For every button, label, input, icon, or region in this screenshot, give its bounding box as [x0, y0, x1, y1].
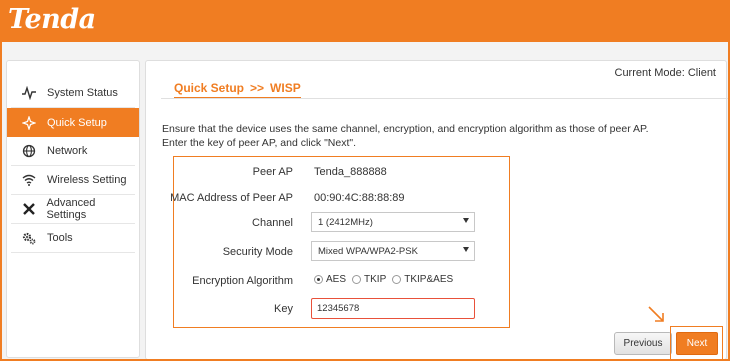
wand-icon [21, 115, 37, 131]
encryption-row: Encryption Algorithm AES TKIP TKIP&AES [174, 271, 509, 293]
channel-row: Channel 1 (2412MHz) [174, 212, 509, 234]
tenda-logo: Tenda [8, 4, 96, 35]
sidebar-item-wireless-setting[interactable]: Wireless Setting [11, 166, 135, 195]
radio-tkip-aes[interactable]: TKIP&AES [392, 274, 453, 285]
pulse-icon [21, 85, 37, 101]
header-bar: Tenda [2, 2, 728, 42]
mac-row: MAC Address of Peer AP 00:90:4C:88:88:89 [170, 188, 509, 210]
instruction-line-2: Enter the key of peer AP, and click "Nex… [162, 137, 357, 149]
instructions: Ensure that the device uses the same cha… [162, 122, 649, 150]
gears-icon [21, 230, 37, 246]
dropdown-arrow-icon [463, 218, 469, 223]
next-button[interactable]: Next [676, 332, 718, 355]
instruction-line-1: Ensure that the device uses the same cha… [162, 123, 649, 135]
sidebar-item-quick-setup[interactable]: Quick Setup [7, 108, 139, 137]
breadcrumb-parent: Quick Setup [174, 81, 245, 95]
sidebar-item-label: Wireless Setting [47, 174, 127, 186]
dropdown-arrow-icon [463, 247, 469, 252]
sidebar-item-label: Advanced Settings [46, 197, 96, 221]
radio-button-icon [352, 275, 362, 284]
mac-value: 00:90:4C:88:88:89 [314, 192, 405, 204]
channel-select[interactable]: 1 (2412MHz) [311, 212, 475, 232]
divider [161, 98, 728, 99]
radio-aes-label: AES [326, 274, 347, 285]
app-window: Tenda System Status Quick Setup Network … [0, 0, 730, 361]
security-row: Security Mode Mixed WPA/WPA2-PSK [174, 241, 509, 263]
current-mode: Current Mode: Client [614, 67, 717, 79]
main-panel: Current Mode: Client Quick Setup >> WISP… [145, 60, 728, 359]
channel-value: 1 (2412MHz) [318, 217, 373, 228]
sidebar-item-label: Network [47, 145, 88, 157]
breadcrumb: Quick Setup >> WISP [174, 81, 301, 98]
arrow-pointer-icon [648, 306, 664, 322]
peer-ap-row: Peer AP Tenda_888888 [174, 162, 509, 184]
previous-button[interactable]: Previous [614, 332, 672, 355]
security-mode-value: Mixed WPA/WPA2-PSK [318, 246, 418, 257]
sidebar-item-system-status[interactable]: System Status [11, 79, 135, 108]
radio-tkip-aes-label: TKIP&AES [404, 274, 454, 285]
wifi-icon [21, 172, 37, 188]
sidebar-item-tools[interactable]: Tools [11, 224, 135, 253]
peer-ap-value: Tenda_888888 [314, 166, 387, 178]
radio-tkip[interactable]: TKIP [352, 274, 386, 285]
breadcrumb-current: WISP [270, 81, 301, 95]
sidebar-item-label: Quick Setup [47, 116, 107, 129]
radio-tkip-label: TKIP [364, 274, 387, 285]
mac-label: MAC Address of Peer AP [170, 192, 293, 204]
radio-button-icon [392, 275, 402, 284]
key-row: Key [174, 298, 509, 320]
sidebar-item-label: Tools [47, 232, 73, 244]
peer-ap-label: Peer AP [252, 166, 293, 178]
encryption-label: Encryption Algorithm [192, 275, 293, 287]
globe-icon [21, 143, 37, 159]
radio-aes[interactable]: AES [314, 274, 346, 285]
security-mode-select[interactable]: Mixed WPA/WPA2-PSK [311, 241, 475, 261]
security-label: Security Mode [222, 246, 293, 258]
key-label: Key [274, 303, 293, 315]
sidebar-item-advanced-settings[interactable]: Advanced Settings [11, 195, 135, 224]
key-input[interactable] [311, 298, 475, 319]
encryption-radio-group: AES TKIP TKIP&AES [314, 274, 453, 285]
breadcrumb-separator: >> [250, 81, 265, 95]
sidebar-item-network[interactable]: Network [11, 137, 135, 166]
channel-label: Channel [252, 217, 293, 229]
sidebar: System Status Quick Setup Network Wirele… [6, 60, 140, 358]
sidebar-item-label: System Status [47, 87, 118, 99]
tools-cross-icon [21, 201, 36, 217]
peer-ap-form: Peer AP Tenda_888888 MAC Address of Peer… [170, 156, 510, 328]
radio-button-icon [314, 275, 323, 284]
